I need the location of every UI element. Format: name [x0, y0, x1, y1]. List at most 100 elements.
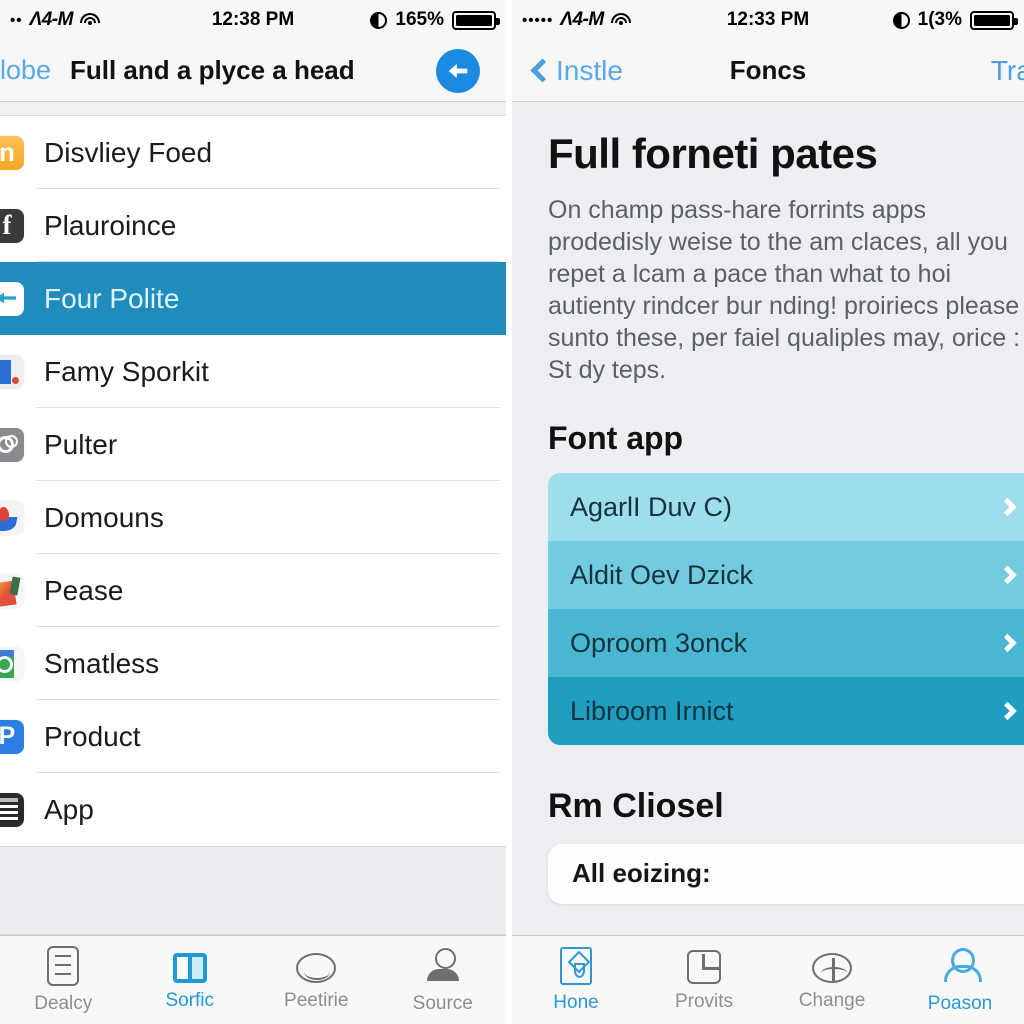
list-item-label: Product: [44, 720, 141, 752]
list-item[interactable]: Smatless: [0, 627, 506, 700]
color-option-label: Aldit Oev Dzick: [570, 559, 754, 590]
status-left-group: ••••• Λ4‑M: [522, 9, 631, 31]
list-item[interactable]: Pease: [0, 554, 506, 627]
left-nav-bar: lobe Full and a plyce a head: [0, 40, 506, 102]
tab-provits[interactable]: Provits: [640, 947, 768, 1013]
status-right-group: 165%: [370, 9, 500, 31]
orange-app-icon: [0, 135, 24, 170]
content-heading: Full forneti pates: [548, 130, 878, 177]
list-item-label: Domouns: [44, 501, 164, 533]
chevron-right-icon: [998, 633, 1017, 653]
color-option-row[interactable]: Aldit Oev Dzick: [548, 541, 1024, 609]
color-option-row[interactable]: Oproom 3onck: [548, 609, 1024, 677]
list-item[interactable]: Famy Sporkit: [0, 335, 506, 408]
tab-poason[interactable]: Poason: [896, 946, 1024, 1015]
list-item-label: Plauroince: [44, 209, 177, 241]
row-separator: [36, 845, 500, 846]
color-option-label: Libroom Irnict: [570, 695, 734, 726]
half-moon-icon: [370, 11, 388, 29]
facebook-app-icon: [0, 208, 24, 243]
list-empty-filler: [0, 846, 506, 935]
right-content-scroll[interactable]: Full forneti pates On champ pass-hare fo…: [512, 102, 1024, 935]
list-item-label: Disvliey Foed: [44, 136, 213, 168]
tab-label: Change: [798, 990, 866, 1011]
tab-source[interactable]: Source: [380, 946, 507, 1015]
wifi-icon: [79, 12, 100, 28]
tab-peetirie[interactable]: Peetirie: [253, 948, 380, 1012]
profile-icon: [940, 946, 982, 986]
person-icon: [423, 946, 463, 986]
tab-label: Source: [412, 992, 473, 1014]
tab-hone[interactable]: Hone: [512, 946, 640, 1014]
chevron-right-icon: [998, 701, 1017, 721]
photos-app-icon: [0, 573, 24, 608]
page-title: Full and a plyce a head: [70, 55, 355, 85]
list-item[interactable]: Plauroince: [0, 189, 506, 262]
color-option-list: AgarlI Duv C) Aldit Oev Dzick Oproom 3onck…: [548, 473, 1024, 745]
list-item-label: Pease: [44, 574, 124, 606]
list-item[interactable]: Pulter: [0, 408, 506, 481]
list-item[interactable]: Domouns: [0, 481, 506, 554]
color-option-label: Oproom 3onck: [570, 627, 748, 658]
color-option-row[interactable]: AgarlI Duv C): [548, 473, 1024, 541]
color-option-row[interactable]: Libroom Irnict: [548, 677, 1024, 745]
list-item-label: Smatless: [44, 647, 160, 679]
list-item-label: App: [44, 793, 94, 825]
right-tab-bar: Hone Provits Change Poason: [512, 935, 1024, 1024]
right-nav-bar: Instle Foncs Trai: [512, 40, 1024, 102]
list-item[interactable]: Four Polite: [0, 262, 506, 335]
nav-right-action[interactable]: Trai: [991, 55, 1024, 87]
left-tab-bar: Dealcy Sorfic Peetirie Source: [0, 935, 506, 1024]
messenger-app-icon: [0, 281, 24, 316]
blue-p-app-icon: [0, 719, 24, 754]
list-item-label: Pulter: [44, 428, 118, 460]
chevron-right-icon: [998, 497, 1017, 517]
news-app-icon: [0, 792, 24, 827]
tab-change[interactable]: Change: [768, 948, 896, 1012]
battery-icon: [452, 10, 500, 30]
tab-label: Provits: [674, 991, 734, 1012]
back-button[interactable]: Instle: [512, 55, 623, 87]
tab-label: Poason: [927, 992, 993, 1014]
chat-icon: [296, 953, 337, 983]
chevron-left-icon: [530, 58, 555, 83]
green-maps-app-icon: [0, 646, 24, 681]
list-item-label: Four Polite: [44, 282, 180, 314]
half-moon-icon: [892, 11, 910, 29]
app-list: Disvliey Foed Plauroince Four Polite Famy S…: [0, 102, 506, 935]
chevron-right-icon: [998, 565, 1017, 585]
tab-sorfic[interactable]: Sorfic: [127, 949, 254, 1012]
document-icon: [47, 945, 80, 986]
section-heading-font-app: Font app: [548, 420, 684, 456]
content-paragraph: On champ pass-hare forrints apps prodedi…: [548, 196, 1021, 384]
signal-dots-icon: •••••: [522, 11, 554, 29]
back-arrow-circle-icon[interactable]: [436, 48, 480, 93]
status-right-group: 1(3%: [892, 9, 1018, 31]
list-item-label: Famy Sporkit: [44, 355, 209, 387]
tab-label: Hone: [553, 992, 599, 1013]
app-list-rows: Disvliey Foed Plauroince Four Polite Famy S…: [0, 116, 506, 846]
back-button-label: Instle: [556, 54, 623, 86]
carrier-label: Λ4‑M: [560, 9, 604, 30]
battery-percent-label: 1(3%: [917, 9, 962, 30]
bottom-card-label: All eoizing:: [572, 858, 711, 888]
right-status-bar: ••••• Λ4‑M 12:33 PM 1(3%: [512, 0, 1024, 40]
battery-icon: [970, 10, 1018, 30]
tab-label: Dealcy: [34, 992, 93, 1014]
signal-dots-icon: ••: [10, 11, 23, 29]
carrier-label: Λ4‑M: [29, 9, 74, 30]
tab-dealcy[interactable]: Dealcy: [0, 945, 127, 1015]
blue-chart-app-icon: [0, 354, 24, 389]
tab-label: Peetirie: [284, 990, 349, 1011]
maps-app-icon: [0, 500, 24, 535]
nav-left-label[interactable]: lobe: [0, 55, 51, 86]
status-left-group: •• Λ4‑M: [10, 9, 100, 31]
change-icon: [812, 953, 852, 983]
list-item[interactable]: App: [0, 773, 506, 846]
dual-phone-screenshot: •• Λ4‑M 12:38 PM 165% lobe Full and a pl…: [0, 0, 1024, 1024]
wifi-icon: [610, 12, 631, 28]
list-item[interactable]: Product: [0, 700, 506, 773]
left-phone-panel: •• Λ4‑M 12:38 PM 165% lobe Full and a pl…: [0, 0, 506, 1024]
list-item[interactable]: Disvliey Foed: [0, 116, 506, 189]
bottom-card[interactable]: All eoizing:: [548, 844, 1024, 904]
